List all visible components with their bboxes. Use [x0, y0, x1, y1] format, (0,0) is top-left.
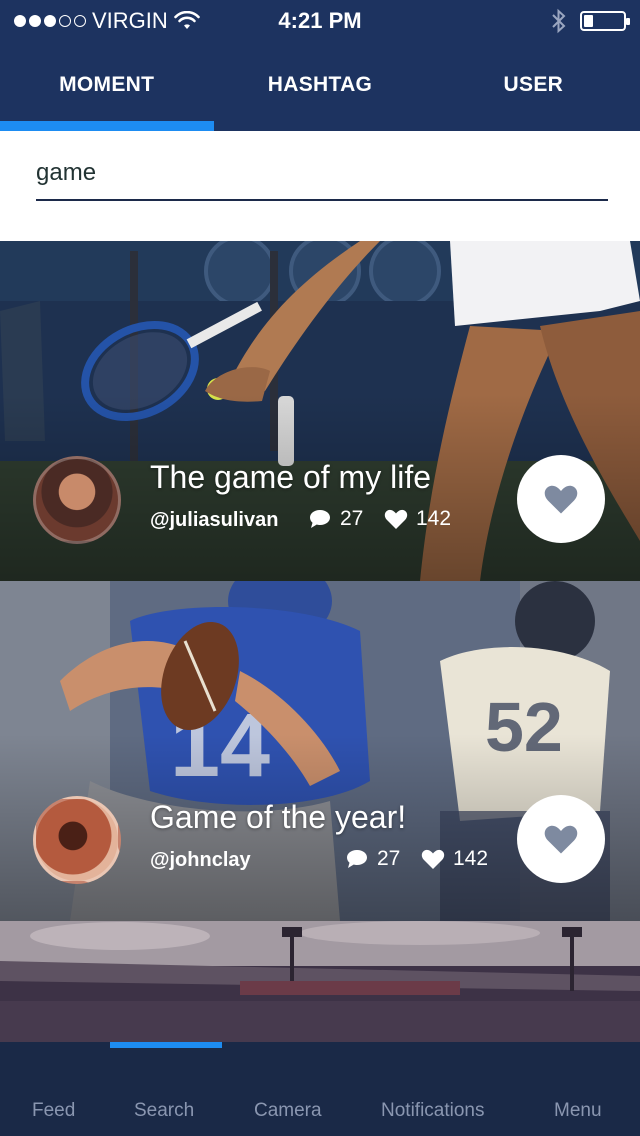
stadium-photo: [0, 921, 640, 1042]
status-bar: VIRGIN 4:21 PM: [0, 0, 640, 40]
card-title[interactable]: The game of my life: [150, 459, 431, 496]
tab-moment[interactable]: MOMENT: [0, 40, 213, 131]
comment-count[interactable]: 27: [345, 847, 400, 871]
nav-feed[interactable]: Feed: [32, 1100, 75, 1122]
like-button[interactable]: [517, 795, 605, 883]
like-button[interactable]: [517, 455, 605, 543]
comment-count-value: 27: [340, 507, 364, 530]
like-count-value: 142: [453, 847, 489, 870]
search-tabs: MOMENT HASHTAG USER: [0, 40, 640, 131]
heart-icon: [544, 485, 578, 514]
moment-card[interactable]: The game of my life @juliasulivan 27 142: [0, 241, 640, 581]
status-time: 4:21 PM: [278, 8, 362, 33]
active-nav-indicator: [110, 1042, 222, 1048]
heart-icon: [544, 825, 578, 854]
nav-menu[interactable]: Menu: [554, 1100, 602, 1122]
comment-count[interactable]: 27: [308, 507, 363, 531]
card-username[interactable]: @juliasulivan: [150, 509, 278, 532]
like-count[interactable]: 142: [421, 847, 488, 871]
user-avatar[interactable]: [33, 456, 121, 544]
card-username[interactable]: @johnclay: [150, 849, 251, 872]
heart-icon: [421, 849, 445, 869]
comment-icon: [310, 510, 330, 528]
tab-user[interactable]: USER: [427, 40, 640, 131]
comment-count-value: 27: [377, 847, 401, 870]
battery-icon: [580, 11, 630, 31]
moment-card[interactable]: 52 14 Game of the year! @johnclay 27 142: [0, 581, 640, 921]
nav-camera[interactable]: Camera: [254, 1100, 322, 1122]
search-input[interactable]: [36, 146, 608, 201]
tab-hashtag[interactable]: HASHTAG: [213, 40, 426, 131]
card-title[interactable]: Game of the year!: [150, 799, 406, 836]
like-count-value: 142: [416, 507, 452, 530]
nav-notifications[interactable]: Notifications: [381, 1100, 485, 1122]
active-tab-indicator: [0, 121, 214, 131]
nav-search[interactable]: Search: [134, 1100, 194, 1122]
bluetooth-icon: [552, 8, 566, 34]
user-avatar[interactable]: [33, 796, 121, 884]
like-count[interactable]: 142: [384, 507, 451, 531]
moment-card[interactable]: [0, 921, 640, 1042]
comment-icon: [347, 850, 367, 868]
heart-icon: [384, 509, 408, 529]
